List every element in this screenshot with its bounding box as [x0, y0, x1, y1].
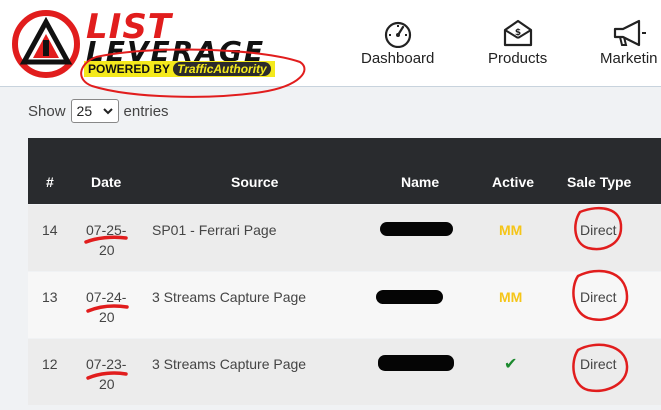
nav-label-products: Products [488, 50, 548, 67]
redacted-name [378, 355, 454, 371]
row-date-line2: 20 [99, 309, 115, 325]
chevron-down-icon [102, 108, 113, 115]
redacted-name [380, 222, 453, 236]
redacted-name [376, 290, 443, 304]
nav-item-products[interactable]: $ Products [488, 18, 547, 67]
traffic-authority-label: TrafficAuthority [173, 62, 271, 76]
powered-by-label: POWERED BY [88, 62, 170, 76]
show-label: Show [28, 102, 66, 120]
table-header: # Date Source Name Active Sale Type [28, 138, 661, 204]
row-number: 14 [42, 222, 58, 238]
triangle-logo-icon [12, 10, 80, 78]
app-header: LIST LEVERAGE POWERED BY TrafficAuthorit… [0, 0, 661, 87]
table-row: 12 07-23- 20 3 Streams Capture Page ✔ Di… [28, 339, 661, 405]
col-header-number[interactable]: # [46, 174, 54, 190]
table-row: 14 07-25- 20 SP01 - Ferrari Page MM Dire… [28, 205, 661, 271]
active-status: MM [499, 222, 523, 238]
active-status: MM [499, 289, 523, 305]
entries-select[interactable]: 25 [70, 99, 119, 123]
svg-text:$: $ [514, 28, 520, 38]
nav-label-dashboard: Dashboard [361, 50, 435, 67]
list-leverage-logo[interactable]: LIST LEVERAGE POWERED BY TrafficAuthorit… [10, 6, 310, 86]
col-header-date[interactable]: Date [91, 174, 121, 190]
active-check-icon: ✔ [504, 356, 518, 373]
row-source: SP01 - Ferrari Page [152, 222, 277, 238]
row-date-line1: 07-25- [86, 222, 127, 238]
row-date-line1: 07-23- [86, 356, 127, 372]
row-number: 12 [42, 356, 58, 372]
row-source: 3 Streams Capture Page [152, 356, 307, 372]
entries-length-control: Show 25 entries [28, 99, 169, 123]
row-sale-type: Direct [580, 289, 617, 305]
col-header-name[interactable]: Name [401, 174, 439, 190]
gauge-icon [384, 21, 411, 48]
money-box-icon: $ [503, 19, 532, 47]
row-sale-type: Direct [580, 356, 617, 372]
row-number: 13 [42, 289, 58, 305]
row-date-line2: 20 [99, 242, 115, 258]
col-header-active[interactable]: Active [492, 174, 534, 190]
entries-select-value: 25 [76, 103, 93, 119]
row-date-line2: 20 [99, 376, 115, 392]
col-header-sale-type[interactable]: Sale Type [567, 174, 631, 190]
row-source: 3 Streams Capture Page [152, 289, 307, 305]
row-date-line1: 07-24- [86, 289, 127, 305]
table-row: 13 07-24- 20 3 Streams Capture Page MM D… [28, 272, 661, 338]
nav-label-marketing: Marketin [600, 50, 658, 67]
nav-item-dashboard[interactable]: Dashboard [361, 18, 434, 67]
row-sale-type: Direct [580, 222, 617, 238]
powered-by-badge: POWERED BY TrafficAuthority [84, 61, 275, 77]
megaphone-icon [613, 19, 646, 47]
col-header-source[interactable]: Source [231, 174, 278, 190]
sales-table: # Date Source Name Active Sale Type 14 0… [28, 138, 661, 410]
entries-label: entries [123, 102, 169, 120]
nav-item-marketing[interactable]: Marketin [600, 18, 658, 67]
